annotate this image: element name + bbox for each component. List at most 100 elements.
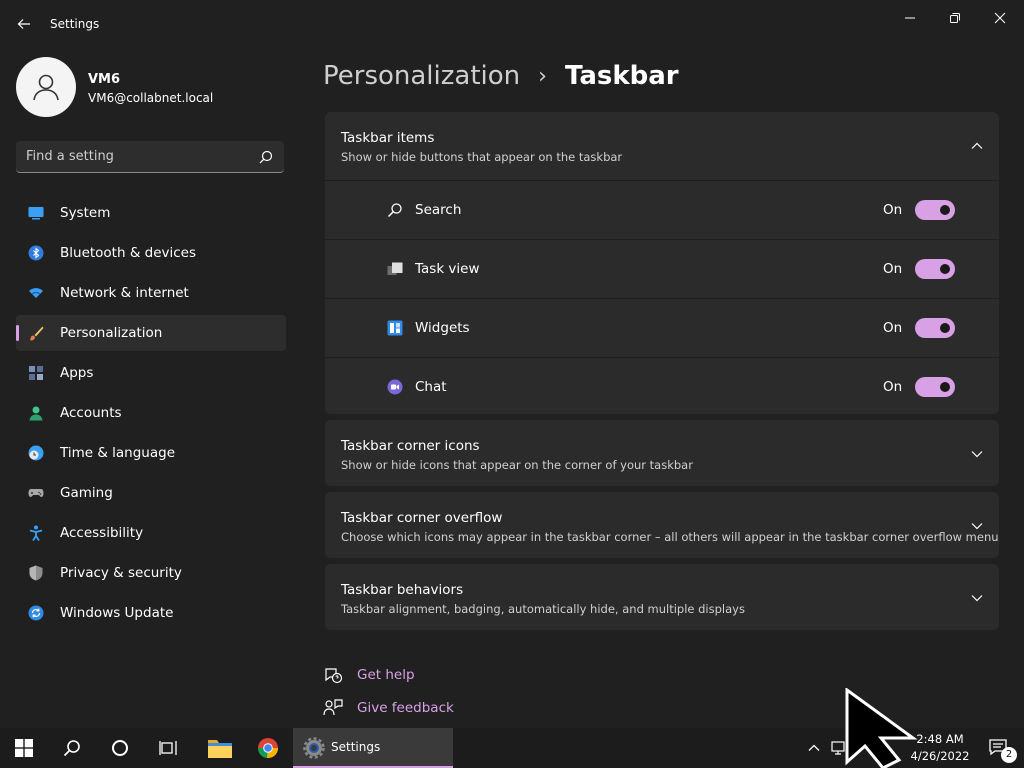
network-icon	[831, 741, 845, 755]
section-description: Taskbar alignment, badging, automaticall…	[341, 602, 745, 616]
sidebar-item-personalization[interactable]: Personalization	[16, 315, 286, 351]
sidebar-item-label: Windows Update	[60, 605, 174, 621]
sidebar-item-gaming[interactable]: Gaming	[16, 475, 286, 511]
give-feedback-label: Give feedback	[357, 700, 454, 716]
task-view-button[interactable]	[144, 728, 192, 768]
settings-gear-icon	[303, 737, 325, 759]
give-feedback-link[interactable]: Give feedback	[323, 696, 454, 720]
chevron-up-icon[interactable]	[969, 138, 985, 154]
search-toggle-row: Search On	[325, 180, 999, 239]
help-icon	[325, 668, 343, 684]
bluetooth-icon	[28, 245, 44, 261]
person-icon	[29, 406, 43, 421]
task-view-icon	[387, 262, 403, 275]
start-button[interactable]	[0, 728, 48, 768]
sidebar-item-accessibility[interactable]: Accessibility	[16, 515, 286, 551]
get-help-label: Get help	[357, 667, 415, 683]
accessibility-icon	[29, 525, 43, 541]
page-title: Taskbar	[564, 61, 679, 91]
row-label: Search	[415, 202, 462, 218]
taskbar-corner-icons-section[interactable]: Taskbar corner icons Show or hide icons …	[325, 420, 999, 486]
get-help-link[interactable]: Get help	[323, 663, 415, 687]
gamepad-icon	[28, 489, 44, 497]
toggle-state: On	[883, 379, 903, 395]
chrome-button[interactable]	[244, 728, 292, 768]
sidebar-item-network[interactable]: Network & internet	[16, 275, 286, 311]
sidebar-item-time-language[interactable]: Time & language	[16, 435, 286, 471]
section-description: Show or hide icons that appear on the co…	[341, 458, 693, 472]
mouse-cursor-icon	[845, 688, 918, 768]
search-icon[interactable]	[258, 149, 274, 165]
breadcrumb: Personalization › Taskbar	[323, 58, 679, 94]
minimize-button[interactable]	[888, 4, 932, 32]
task-view-toggle-row: Task view On	[325, 239, 999, 298]
notification-badge: 2	[1001, 747, 1017, 763]
feedback-icon	[323, 699, 343, 716]
task-view-icon	[159, 741, 177, 755]
sidebar-item-label: Accounts	[60, 405, 122, 421]
back-button[interactable]	[10, 10, 38, 38]
close-button[interactable]	[978, 4, 1022, 32]
monitor-icon	[28, 207, 44, 220]
toggle-knob	[940, 323, 950, 333]
chat-icon	[387, 379, 403, 395]
taskbar-corner-overflow-section[interactable]: Taskbar corner overflow Choose which ico…	[325, 492, 999, 558]
taskbar-search-button[interactable]	[48, 728, 96, 768]
settings-taskbar-label: Settings	[331, 740, 381, 754]
section-title: Taskbar corner icons	[341, 438, 480, 454]
widgets-toggle[interactable]	[915, 318, 955, 338]
sidebar-item-label: Gaming	[60, 485, 113, 501]
sidebar-item-apps[interactable]: Apps	[16, 355, 286, 391]
toggle-state: On	[883, 202, 903, 218]
cortana-button[interactable]	[96, 728, 144, 768]
row-label: Task view	[415, 261, 480, 277]
cortana-circle-icon	[112, 740, 128, 756]
file-explorer-button[interactable]	[196, 728, 244, 768]
wifi-icon	[29, 288, 43, 298]
person-placeholder-icon	[33, 74, 59, 101]
sidebar-item-label: Network & internet	[60, 285, 189, 301]
sidebar-item-label: Time & language	[60, 445, 176, 461]
shield-icon	[29, 565, 43, 581]
search-toggle[interactable]	[915, 200, 955, 220]
avatar	[16, 57, 76, 117]
folder-icon	[208, 740, 232, 758]
chevron-up-icon	[808, 744, 820, 751]
row-label: Widgets	[415, 320, 470, 336]
search-input[interactable]	[26, 141, 246, 171]
task-view-toggle[interactable]	[915, 259, 955, 279]
notification-center-button[interactable]: 2	[980, 728, 1020, 768]
chat-toggle[interactable]	[915, 377, 955, 397]
sidebar-item-accounts[interactable]: Accounts	[16, 395, 286, 431]
search-box[interactable]	[16, 141, 284, 173]
chevron-down-icon[interactable]	[969, 590, 985, 606]
close-icon	[994, 12, 1006, 24]
chevron-down-icon[interactable]	[969, 446, 985, 462]
minimize-icon	[905, 17, 915, 19]
breadcrumb-parent-link[interactable]: Personalization	[323, 61, 520, 91]
toggle-state: On	[883, 261, 903, 277]
taskbar-items-header[interactable]: Taskbar items Show or hide buttons that …	[325, 112, 999, 180]
title-bar: Settings	[0, 0, 1024, 48]
section-description: Show or hide buttons that appear on the …	[341, 150, 623, 164]
sidebar-item-label: Apps	[60, 365, 94, 381]
sidebar-item-system[interactable]: System	[16, 195, 286, 231]
user-name: VM6	[88, 72, 121, 87]
user-profile[interactable]: VM6 VM6@collabnet.local	[16, 57, 286, 117]
restore-icon	[950, 13, 960, 23]
restore-button[interactable]	[933, 4, 977, 32]
sidebar-item-bluetooth[interactable]: Bluetooth & devices	[16, 235, 286, 271]
settings-taskbar-button[interactable]: Settings	[293, 728, 453, 768]
toggle-state: On	[883, 320, 903, 336]
sidebar-item-label: Accessibility	[60, 525, 144, 541]
toggle-knob	[940, 264, 950, 274]
chat-toggle-row: Chat On	[325, 357, 999, 416]
widgets-toggle-row: Widgets On	[325, 298, 999, 357]
sidebar-item-windows-update[interactable]: Windows Update	[16, 595, 286, 631]
sidebar-item-label: Personalization	[60, 325, 163, 341]
section-title: Taskbar behaviors	[341, 582, 464, 598]
chevron-down-icon[interactable]	[969, 518, 985, 534]
taskbar-behaviors-section[interactable]: Taskbar behaviors Taskbar alignment, bad…	[325, 564, 999, 630]
sidebar-item-privacy[interactable]: Privacy & security	[16, 555, 286, 591]
paintbrush-icon	[29, 326, 44, 341]
